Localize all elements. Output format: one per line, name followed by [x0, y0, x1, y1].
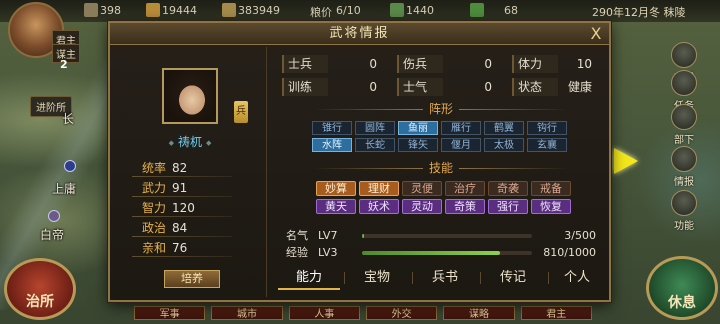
formation-chip[interactable]: 水阵: [312, 138, 352, 152]
skill-chip[interactable]: 妖术: [359, 199, 399, 214]
stat-row: 武力 91: [132, 179, 232, 197]
bottom-nav: 军事 城市 人事 外交 谋略 君主: [128, 302, 598, 324]
formation-chip[interactable]: 玄襄: [527, 138, 567, 152]
stat-row: 智力 120: [132, 199, 232, 217]
gold-icon: [84, 3, 98, 17]
fame-row: 名气 LV7 3/500: [286, 229, 596, 242]
info-cell: 士气 0: [397, 78, 492, 96]
res-3: 383949: [238, 4, 280, 17]
nav-diplomacy[interactable]: 外交: [365, 306, 438, 320]
food-icon: [222, 3, 236, 17]
city-marker-icon[interactable]: [48, 210, 60, 222]
rest-button[interactable]: 休息: [646, 256, 718, 320]
skill-grid: 妙算 理财 灵便 治疗 奇袭 戒备黄天 妖术 灵动 奇策 强行 恢复: [316, 181, 580, 214]
skill-chip[interactable]: 奇袭: [488, 181, 528, 196]
guide-arrow-icon: [614, 148, 638, 174]
formation-chip[interactable]: 长蛇: [355, 138, 395, 152]
formation-title: 阵形: [276, 102, 606, 116]
nav-personnel[interactable]: 人事: [288, 306, 360, 320]
stat-row: 政治 84: [132, 219, 232, 237]
grain-value: 6/10: [336, 4, 361, 17]
skill-chip[interactable]: 灵动: [402, 199, 442, 214]
city-chang[interactable]: 长: [62, 110, 74, 127]
skill-chip[interactable]: 治疗: [445, 181, 485, 196]
cultivate-button[interactable]: 培养: [164, 270, 220, 288]
formation-chip[interactable]: 雁行: [441, 121, 481, 135]
function-button[interactable]: 功能: [664, 190, 704, 232]
skill-chip[interactable]: 灵便: [402, 181, 442, 196]
city-marker-icon[interactable]: [64, 160, 76, 172]
tab-biography[interactable]: 传记: [482, 266, 544, 290]
jade-icon: [390, 3, 404, 17]
class-badge: 兵: [234, 101, 248, 123]
skill-chip[interactable]: 奇策: [445, 199, 485, 214]
tab-personal[interactable]: 个人: [546, 266, 608, 290]
skill-chip[interactable]: 理财: [359, 181, 399, 196]
formation-chip[interactable]: 鱼丽: [398, 121, 438, 135]
close-icon[interactable]: X: [587, 25, 605, 43]
formation-chip[interactable]: 太极: [484, 138, 524, 152]
formation-chip[interactable]: 钩行: [527, 121, 567, 135]
formation-chip[interactable]: 偃月: [441, 138, 481, 152]
nav-military[interactable]: 军事: [134, 306, 206, 320]
nav-lord[interactable]: 君主: [520, 306, 592, 320]
res-5: 68: [504, 4, 518, 17]
nav-strategy[interactable]: 谋略: [443, 306, 515, 320]
info-cell: 状态 健康: [512, 78, 592, 96]
formation-chip[interactable]: 锥行: [312, 121, 352, 135]
city-shangyong[interactable]: 上庸: [52, 180, 76, 197]
shop-icon: [671, 42, 697, 68]
troops-icon: [671, 104, 697, 130]
intel-button[interactable]: 情报: [664, 146, 704, 188]
exp-row: 经验 LV3 810/1000: [286, 246, 596, 259]
token-icon: [470, 3, 484, 17]
city-baidi[interactable]: 白帝: [40, 226, 64, 243]
skill-chip[interactable]: 戒备: [531, 181, 571, 196]
info-row: 士兵 0 伤兵 0 体力 10: [282, 55, 602, 73]
formation-chip[interactable]: 鹤翼: [484, 121, 524, 135]
panel-divider: [266, 47, 267, 297]
formation-grid: 锥行 圆阵 鱼丽 雁行 鹤翼 钩行水阵 长蛇 锋矢 偃月 太极 玄襄: [312, 121, 572, 152]
lord-badge: 2: [60, 58, 68, 71]
tab-treasure[interactable]: 宝物: [346, 266, 408, 290]
nav-city[interactable]: 城市: [211, 306, 283, 320]
info-cell: 训练 0: [282, 78, 377, 96]
formation-chip[interactable]: 圆阵: [355, 121, 395, 135]
tab-ability[interactable]: 能力: [278, 266, 340, 290]
skill-chip[interactable]: 黄天: [316, 199, 356, 214]
res-2: 19444: [162, 4, 197, 17]
function-icon: [671, 190, 697, 216]
skill-chip[interactable]: 强行: [488, 199, 528, 214]
info-cell: 伤兵 0: [397, 55, 492, 73]
stat-row: 亲和 76: [132, 239, 232, 257]
res-1: 398: [100, 4, 121, 17]
intel-icon: [671, 146, 697, 172]
res-4: 1440: [406, 4, 434, 17]
general-info-dialog: 武将情报 X 兵 祷杌 统率82 武力91 智力120 政治84 亲和76 培养…: [108, 21, 611, 302]
game-date: 290年12月冬 秣陵: [592, 6, 686, 19]
info-cell: 士兵 0: [282, 55, 377, 73]
tab-war-book[interactable]: 兵书: [414, 266, 476, 290]
skill-chip[interactable]: 妙算: [316, 181, 356, 196]
grain-label: 粮价: [310, 6, 332, 19]
general-name: 祷杌: [158, 133, 222, 150]
fame-bar: [362, 234, 532, 238]
info-tabs: 能力 宝物 兵书 传记 个人: [274, 266, 606, 290]
dialog-title: 武将情报: [110, 23, 609, 45]
formation-chip[interactable]: 锋矢: [398, 138, 438, 152]
skill-chip[interactable]: 恢复: [531, 199, 571, 214]
info-row: 训练 0 士气 0 状态 健康: [282, 78, 602, 96]
skills-title: 技能: [276, 161, 606, 175]
exp-bar: [362, 251, 532, 255]
general-portrait: [162, 68, 218, 124]
troops-button[interactable]: 部下: [664, 104, 704, 146]
stat-row: 统率 82: [132, 159, 232, 177]
governance-button[interactable]: 治所: [4, 258, 76, 320]
coin-icon: [146, 3, 160, 17]
task-icon: [671, 70, 697, 96]
info-cell: 体力 10: [512, 55, 592, 73]
